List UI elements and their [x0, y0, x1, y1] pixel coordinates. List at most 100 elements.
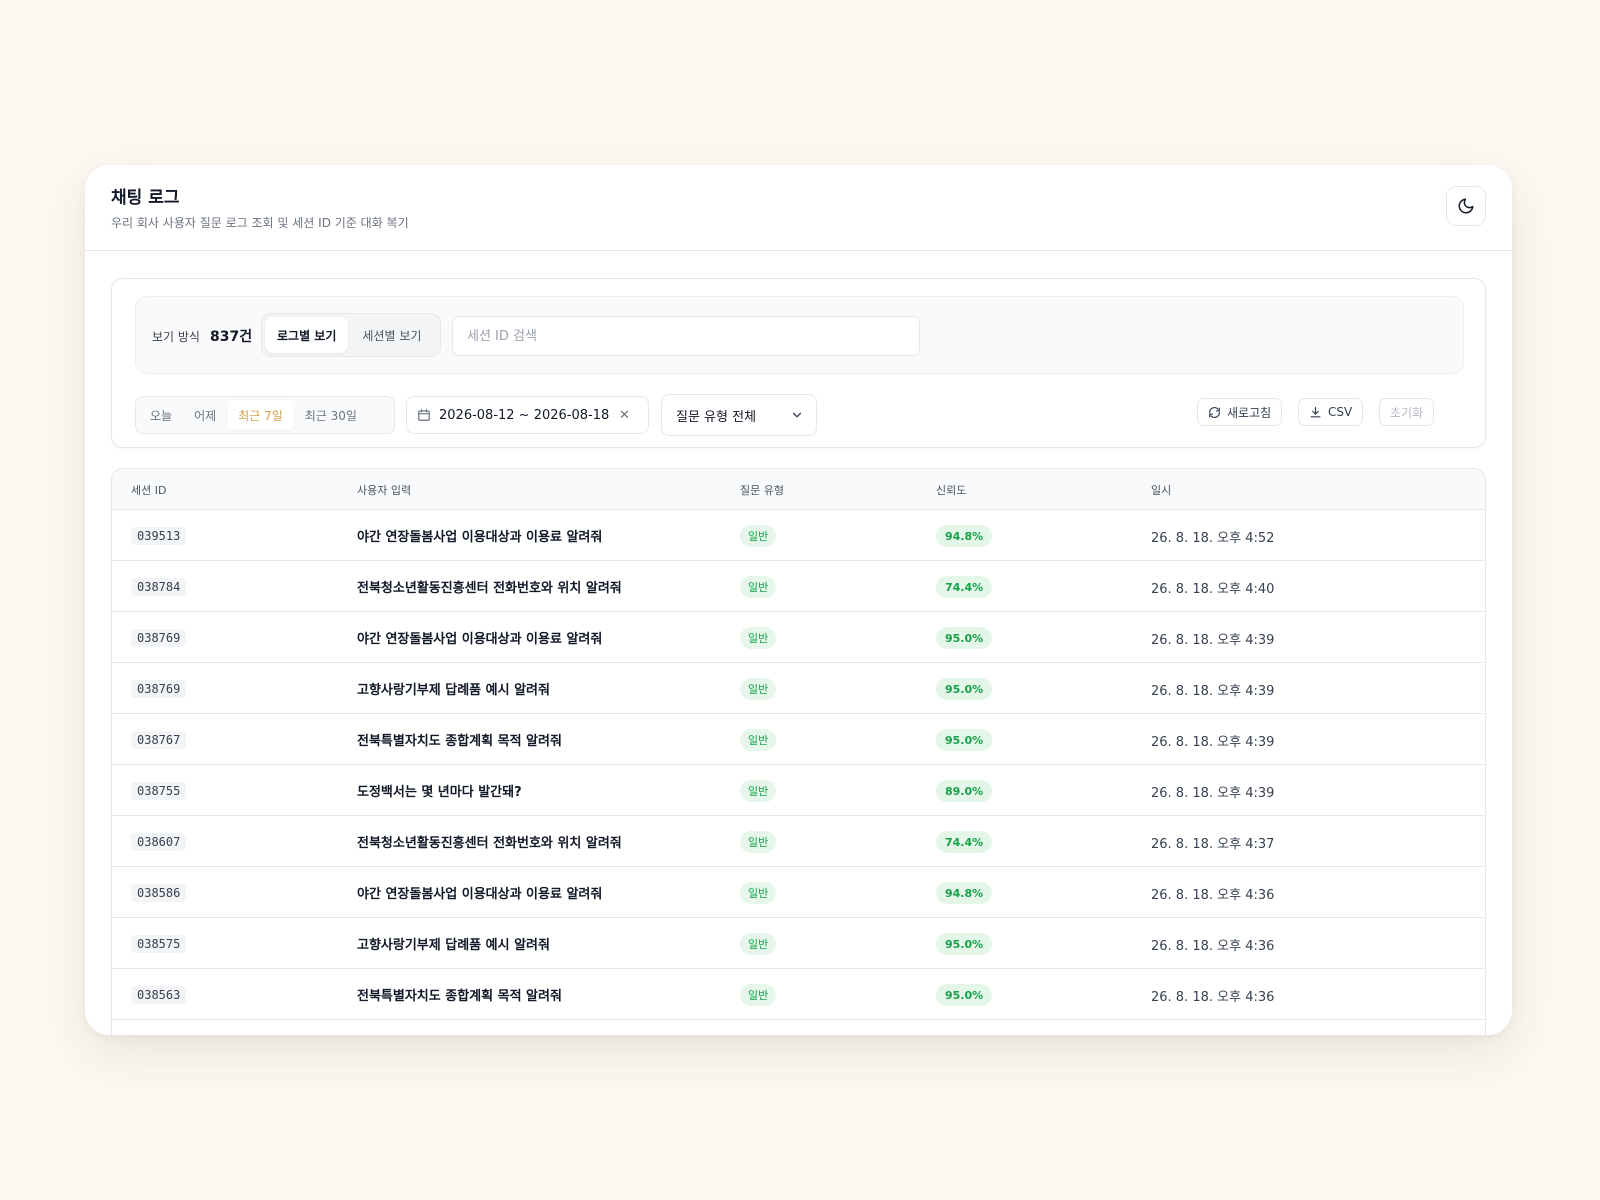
- confidence-badge: 95.0%: [936, 984, 993, 1006]
- datetime-text: 26. 8. 18. 오후 4:39: [1151, 735, 1275, 750]
- question-type-select-value: 질문 유형 전체: [676, 409, 757, 425]
- table-row[interactable]: 038563 전북특별자치도 종합계획 목적 알려줘 일반 95.0% 26. …: [112, 969, 1485, 1020]
- table-row[interactable]: 038755 도정백서는 몇 년마다 발간돼? 일반 89.0% 26. 8. …: [112, 765, 1485, 816]
- range-7days-button[interactable]: 최근 7일: [227, 400, 294, 430]
- user-input-text: 고향사랑기부제 답례품 예시 알려줘: [357, 683, 550, 698]
- session-id-chip: 038563: [131, 986, 187, 1004]
- column-header-confidence: 신뢰도: [936, 484, 967, 497]
- user-input-text: 전북특별자치도 종합계획 목적 알려줘: [357, 734, 562, 749]
- confidence-badge: 74.4%: [936, 831, 993, 853]
- view-mode-panel: 보기 방식 837건 로그별 보기 세션별 보기: [135, 296, 1464, 374]
- datetime-text: 26. 8. 18. 오후 4:36: [1151, 939, 1275, 954]
- confidence-badge: 95.0%: [936, 627, 993, 649]
- csv-label: CSV: [1328, 405, 1353, 419]
- user-input-text: 야간 연장돌봄사업 이용대상과 이용료 알려줘: [357, 530, 603, 545]
- session-id-chip: 038769: [131, 629, 187, 647]
- moon-icon: [1458, 198, 1474, 214]
- confidence-badge: 94.8%: [936, 525, 993, 547]
- column-header-question-type: 질문 유형: [740, 484, 784, 497]
- column-header-user-input: 사용자 입력: [357, 484, 412, 497]
- confidence-badge: 95.0%: [936, 729, 993, 751]
- reset-button[interactable]: 초기화: [1379, 398, 1435, 426]
- datetime-text: 26. 8. 18. 오후 4:52: [1151, 531, 1275, 546]
- user-input-text: 전북특별자치도 종합계획 목적 알려줘: [357, 989, 562, 1004]
- table-row[interactable]: 038784 전북청소년활동진흥센터 전화번호와 위치 알려줘 일반 74.4%…: [112, 561, 1485, 612]
- session-id-chip: 038767: [131, 731, 187, 749]
- user-input-text: 고향사랑기부제 답례품 예시 알려줘: [357, 938, 550, 953]
- session-id-chip: 038586: [131, 884, 187, 902]
- question-type-badge: 일반: [740, 525, 777, 547]
- chevron-down-icon: [792, 412, 802, 418]
- refresh-icon: [1209, 406, 1220, 418]
- calendar-icon: [418, 409, 430, 421]
- user-input-text: 전북청소년활동진흥센터 전화번호와 위치 알려줘: [357, 836, 622, 851]
- refresh-label: 새로고침: [1227, 405, 1272, 420]
- question-type-badge: 일반: [740, 933, 777, 955]
- table-header: 세션 ID 사용자 입력 질문 유형 신뢰도 일시: [112, 469, 1485, 510]
- range-today-button[interactable]: 오늘: [139, 400, 183, 430]
- question-type-badge: 일반: [740, 678, 777, 700]
- table-row[interactable]: 039513 야간 연장돌봄사업 이용대상과 이용료 알려줘 일반 94.8% …: [112, 510, 1485, 561]
- user-input-text: 야간 연장돌봄사업 이용대상과 이용료 알려줘: [357, 632, 603, 647]
- table-row[interactable]: 038767 전북특별자치도 종합계획 목적 알려줘 일반 95.0% 26. …: [112, 714, 1485, 765]
- session-id-chip: 038607: [131, 833, 187, 851]
- filter-card: 보기 방식 837건 로그별 보기 세션별 보기 오늘 어제 최근 7일 최근 …: [111, 278, 1486, 448]
- user-input-text: 전북청소년활동진흥센터 전화번호와 위치 알려줘: [357, 581, 622, 596]
- date-range-picker[interactable]: 2026-08-12 ~ 2026-08-18 ✕: [406, 396, 649, 434]
- question-type-badge: 일반: [740, 576, 777, 598]
- page-subtitle: 우리 회사 사용자 질문 로그 조회 및 세션 ID 기준 대화 복기: [111, 216, 409, 230]
- question-type-badge: 일반: [740, 627, 777, 649]
- log-table: 세션 ID 사용자 입력 질문 유형 신뢰도 일시 039513 야간 연장돌봄…: [111, 468, 1486, 1035]
- datetime-text: 26. 8. 18. 오후 4:36: [1151, 888, 1275, 903]
- confidence-badge: 89.0%: [936, 780, 993, 802]
- table-row[interactable]: 038769 고향사랑기부제 답례품 예시 알려줘 일반 95.0% 26. 8…: [112, 663, 1485, 714]
- view-mode-toggle: 로그별 보기 세션별 보기: [261, 313, 441, 357]
- download-icon: [1310, 406, 1321, 417]
- question-type-select[interactable]: 질문 유형 전체: [661, 394, 817, 436]
- session-id-chip: 039513: [131, 527, 187, 545]
- session-id-chip: 038784: [131, 578, 187, 596]
- page-title: 채팅 로그: [111, 188, 180, 208]
- reset-label: 초기화: [1390, 405, 1424, 420]
- table-row[interactable]: 038607 전북청소년활동진흥센터 전화번호와 위치 알려줘 일반 74.4%…: [112, 816, 1485, 867]
- datetime-text: 26. 8. 18. 오후 4:39: [1151, 684, 1275, 699]
- view-by-session-button[interactable]: 세션별 보기: [350, 317, 433, 353]
- clear-date-icon[interactable]: ✕: [619, 408, 630, 423]
- question-type-badge: 일반: [740, 984, 777, 1006]
- theme-toggle-button[interactable]: [1446, 186, 1486, 226]
- session-id-chip: 038755: [131, 782, 187, 800]
- question-type-badge: 일반: [740, 831, 777, 853]
- view-by-log-button[interactable]: 로그별 보기: [265, 317, 349, 353]
- date-range-value: 2026-08-12 ~ 2026-08-18: [439, 407, 610, 423]
- datetime-text: 26. 8. 18. 오후 4:37: [1151, 837, 1275, 852]
- refresh-button[interactable]: 새로고침: [1197, 398, 1283, 426]
- app-window: 채팅 로그 우리 회사 사용자 질문 로그 조회 및 세션 ID 기준 대화 복…: [85, 165, 1512, 1035]
- range-yesterday-button[interactable]: 어제: [183, 400, 227, 430]
- user-input-text: 야간 연장돌봄사업 이용대상과 이용료 알려줘: [357, 887, 603, 902]
- confidence-badge: 95.0%: [936, 678, 993, 700]
- datetime-text: 26. 8. 18. 오후 4:36: [1151, 990, 1275, 1005]
- csv-download-button[interactable]: CSV: [1298, 398, 1364, 426]
- user-input-text: 도정백서는 몇 년마다 발간돼?: [357, 785, 522, 800]
- confidence-badge: 94.8%: [936, 882, 993, 904]
- question-type-badge: 일반: [740, 780, 777, 802]
- date-range-presets: 오늘 어제 최근 7일 최근 30일: [135, 396, 395, 434]
- datetime-text: 26. 8. 18. 오후 4:39: [1151, 786, 1275, 801]
- session-id-chip: 038769: [131, 680, 187, 698]
- datetime-text: 26. 8. 18. 오후 4:40: [1151, 582, 1275, 597]
- range-30days-button[interactable]: 최근 30일: [294, 400, 368, 430]
- result-count: 837건: [210, 329, 253, 345]
- column-header-session-id: 세션 ID: [131, 484, 167, 497]
- table-row[interactable]: 038575 고향사랑기부제 답례품 예시 알려줘 일반 95.0% 26. 8…: [112, 918, 1485, 969]
- view-mode-label: 보기 방식: [152, 330, 200, 344]
- datetime-text: 26. 8. 18. 오후 4:39: [1151, 633, 1275, 648]
- question-type-badge: 일반: [740, 729, 777, 751]
- table-row[interactable]: 038769 야간 연장돌봄사업 이용대상과 이용료 알려줘 일반 95.0% …: [112, 612, 1485, 663]
- page-header: 채팅 로그 우리 회사 사용자 질문 로그 조회 및 세션 ID 기준 대화 복…: [85, 165, 1512, 251]
- table-row[interactable]: 038586 야간 연장돌봄사업 이용대상과 이용료 알려줘 일반 94.8% …: [112, 867, 1485, 918]
- session-id-search-input[interactable]: [452, 316, 920, 356]
- question-type-badge: 일반: [740, 882, 777, 904]
- session-id-chip: 038575: [131, 935, 187, 953]
- confidence-badge: 74.4%: [936, 576, 993, 598]
- column-header-datetime: 일시: [1151, 484, 1172, 497]
